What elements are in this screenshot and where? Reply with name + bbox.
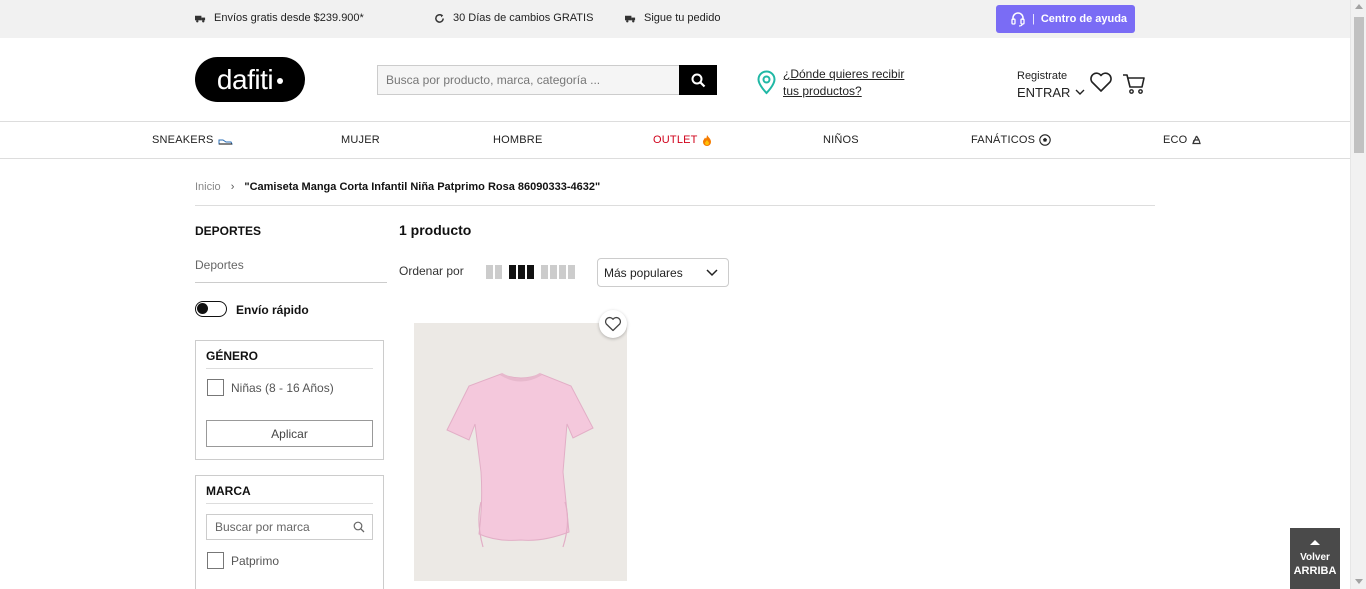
back-to-top-line1: Volver bbox=[1300, 552, 1330, 563]
search-icon bbox=[353, 521, 365, 533]
location-pin-icon[interactable] bbox=[757, 70, 776, 95]
brand-option-patprimo[interactable]: Patprimo bbox=[207, 552, 279, 569]
breadcrumb-divider bbox=[195, 205, 1155, 206]
fire-icon bbox=[702, 135, 711, 146]
nav-outlet[interactable]: OUTLET bbox=[653, 134, 712, 146]
fast-shipping-toggle[interactable] bbox=[195, 301, 227, 317]
back-to-top-button[interactable]: Volver ARRIBA bbox=[1290, 528, 1340, 589]
track-order-text: Sigue tu pedido bbox=[644, 12, 721, 24]
delivery-location-link[interactable]: ¿Dónde quieres recibir tus productos? bbox=[783, 66, 923, 100]
nav-ninos-label: NIÑOS bbox=[823, 134, 859, 146]
gender-option-ninas[interactable]: Niñas (8 - 16 Años) bbox=[207, 379, 334, 396]
nav-hombre-label: HOMBRE bbox=[493, 134, 543, 146]
gender-filter: GÉNERO Niñas (8 - 16 Años) Aplicar bbox=[195, 340, 384, 460]
product-count: 1 producto bbox=[399, 222, 472, 238]
apply-button[interactable]: Aplicar bbox=[206, 420, 373, 447]
toggle-knob bbox=[197, 303, 208, 314]
help-separator: | bbox=[1032, 13, 1035, 25]
back-to-top-line2: ARRIBA bbox=[1293, 565, 1337, 577]
sort-select[interactable]: Más populares bbox=[597, 258, 729, 287]
nav-outlet-label: OUTLET bbox=[653, 134, 698, 146]
breadcrumb-home[interactable]: Inicio bbox=[195, 181, 221, 193]
category-title: DEPORTES bbox=[195, 224, 262, 238]
breadcrumb-separator: › bbox=[230, 181, 235, 193]
nav-mujer-label: MUJER bbox=[341, 134, 380, 146]
login-menu[interactable]: ENTRAR bbox=[1017, 85, 1085, 100]
nav-fanaticos-label: FANÁTICOS bbox=[971, 134, 1036, 146]
help-center-label: Centro de ayuda bbox=[1040, 13, 1128, 25]
gender-option-label: Niñas (8 - 16 Años) bbox=[231, 380, 334, 395]
product-image[interactable] bbox=[414, 323, 627, 581]
brand-filter: MARCA Patprimo bbox=[195, 475, 384, 589]
top-bar: Envíos gratis desde $239.900* 30 Días de… bbox=[0, 0, 1350, 38]
dafiti-logo[interactable]: dafiti bbox=[195, 57, 305, 102]
checkbox[interactable] bbox=[207, 379, 224, 396]
logo-dot bbox=[277, 77, 284, 84]
nav-hombre[interactable]: HOMBRE bbox=[493, 134, 542, 146]
returns-text: 30 Días de cambios GRATIS bbox=[453, 12, 594, 24]
wishlist-heart-icon[interactable] bbox=[1089, 71, 1113, 93]
nav-fanaticos[interactable]: FANÁTICOS bbox=[971, 134, 1051, 146]
recycle-icon bbox=[1192, 135, 1202, 144]
free-shipping-notice[interactable]: Envíos gratis desde $239.900* bbox=[195, 12, 364, 24]
nav-eco[interactable]: ECO bbox=[1163, 134, 1202, 146]
chevron-down-icon bbox=[706, 268, 718, 276]
sort-value: Más populares bbox=[604, 265, 683, 280]
gender-filter-divider bbox=[206, 368, 373, 369]
page-scrollbar[interactable] bbox=[1350, 0, 1366, 589]
heart-icon bbox=[604, 316, 622, 332]
sneaker-icon bbox=[218, 139, 233, 145]
soccer-ball-icon bbox=[1039, 134, 1051, 146]
breadcrumb-current: "Camiseta Manga Corta Infantil Niña Patp… bbox=[244, 181, 601, 193]
logo-text: dafiti bbox=[216, 63, 274, 95]
grid-4-columns-icon[interactable] bbox=[541, 265, 575, 279]
help-center-button[interactable]: | Centro de ayuda bbox=[996, 5, 1135, 33]
checkbox[interactable] bbox=[207, 552, 224, 569]
cart-icon[interactable] bbox=[1122, 73, 1146, 95]
search-icon bbox=[691, 73, 705, 87]
location-line-2: tus productos? bbox=[783, 84, 862, 98]
brand-search-input[interactable] bbox=[206, 514, 373, 540]
nav-eco-label: ECO bbox=[1163, 134, 1188, 146]
login-label: ENTRAR bbox=[1017, 85, 1071, 100]
main-nav: SNEAKERS MUJER HOMBRE OUTLET NIÑOS FANÁT… bbox=[0, 122, 1350, 159]
chevron-down-icon bbox=[1075, 89, 1085, 95]
fast-shipping-label: Envío rápido bbox=[236, 303, 309, 317]
grid-2-columns-icon[interactable] bbox=[486, 265, 502, 279]
nav-sneakers[interactable]: SNEAKERS bbox=[152, 134, 233, 146]
gender-filter-title: GÉNERO bbox=[206, 349, 259, 363]
arrow-up-icon bbox=[1310, 540, 1320, 545]
nav-sneakers-label: SNEAKERS bbox=[152, 134, 214, 146]
header: dafiti ¿Dónde quieres recibir tus produc… bbox=[0, 38, 1350, 122]
headset-icon bbox=[1011, 12, 1025, 27]
sidebar-divider bbox=[195, 282, 387, 283]
sort-label: Ordenar por bbox=[399, 264, 464, 278]
search-input[interactable] bbox=[377, 65, 679, 95]
nav-ninos[interactable]: NIÑOS bbox=[823, 134, 859, 146]
scroll-down-arrow-icon[interactable] bbox=[1355, 579, 1363, 584]
truck-icon bbox=[625, 15, 636, 22]
register-link[interactable]: Registrate bbox=[1017, 70, 1067, 82]
brand-filter-title: MARCA bbox=[206, 484, 251, 498]
breadcrumb: Inicio › "Camiseta Manga Corta Infantil … bbox=[195, 181, 600, 193]
subcategory-link[interactable]: Deportes bbox=[195, 258, 244, 272]
grid-3-columns-icon[interactable] bbox=[509, 265, 534, 279]
free-shipping-text: Envíos gratis desde $239.900* bbox=[214, 12, 364, 24]
location-line-1: ¿Dónde quieres recibir bbox=[783, 67, 905, 81]
brand-option-label: Patprimo bbox=[231, 553, 280, 568]
returns-notice[interactable]: 30 Días de cambios GRATIS bbox=[434, 12, 593, 24]
track-order-link[interactable]: Sigue tu pedido bbox=[625, 12, 720, 24]
truck-icon bbox=[195, 15, 206, 22]
scrollbar-thumb[interactable] bbox=[1354, 17, 1364, 153]
brand-filter-divider bbox=[206, 503, 373, 504]
nav-mujer[interactable]: MUJER bbox=[341, 134, 380, 146]
product-wishlist-button[interactable] bbox=[599, 310, 627, 338]
refresh-icon bbox=[435, 13, 444, 23]
scroll-up-arrow-icon[interactable] bbox=[1355, 4, 1363, 9]
search-button[interactable] bbox=[679, 65, 717, 95]
pink-tshirt-image bbox=[445, 372, 594, 548]
